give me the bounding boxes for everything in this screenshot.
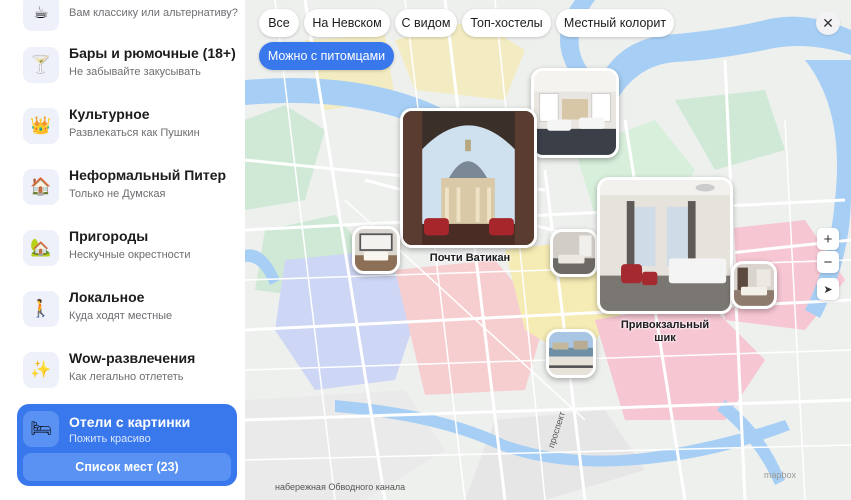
- pin-pochti-vatikan[interactable]: [400, 108, 537, 248]
- category-title: Локальное: [69, 289, 145, 305]
- category-title: Отели с картинки: [69, 414, 191, 430]
- zoom-out-button[interactable]: −: [817, 251, 839, 273]
- filter-chip[interactable]: Топ-хостелы: [462, 9, 551, 37]
- bed-icon: 🛏: [23, 411, 59, 447]
- pin-hotel-small-2[interactable]: [550, 229, 598, 277]
- coffee-icon: ☕: [23, 0, 59, 31]
- locate-icon[interactable]: ➤: [817, 278, 839, 300]
- category-title: Культурное: [69, 106, 150, 122]
- hotel-small-1-photo: [355, 229, 397, 271]
- category-item[interactable]: ☕ Вам классику или альтернативу?: [23, 0, 238, 42]
- category-subtitle: Нескучные окрестности: [69, 249, 191, 261]
- sidebar: ✨ Wow-развлечения Как легально отлететь 🚶 Ло…: [0, 0, 245, 500]
- category-subtitle: Развлекаться как Пушкин: [69, 127, 200, 139]
- hotel-lobby-photo: [534, 71, 616, 155]
- hotel-small-2-photo: [553, 232, 595, 274]
- house-icon: 🏠: [23, 169, 59, 205]
- category-text: Wow-развлечения Как легально отлететь: [69, 349, 195, 384]
- pin-hotel-small-1[interactable]: [352, 226, 400, 274]
- category-text: Бары и рюмочные (18+) Не забывайте закусы…: [69, 44, 236, 79]
- zoom-in-button[interactable]: +: [817, 228, 839, 250]
- filter-chip[interactable]: На Невском: [304, 9, 390, 37]
- category-text: Локальное Куда ходят местные: [69, 288, 172, 323]
- map-attribution: mapbox: [764, 470, 797, 480]
- filter-chip[interactable]: Все: [259, 9, 299, 37]
- category-subtitle: Пожить красиво: [69, 433, 151, 445]
- pin-hotel-lobby[interactable]: [531, 68, 619, 158]
- pin-privokzalny-shik[interactable]: [597, 177, 733, 314]
- category-item[interactable]: 🏡 Пригороды Нескучные окрестности: [23, 227, 233, 277]
- sparkles-icon: ✨: [23, 352, 59, 388]
- hotel-view-photo: [549, 332, 593, 375]
- category-subtitle: Не забывайте закусывать: [69, 66, 201, 78]
- category-title: Неформальный Питер: [69, 167, 227, 183]
- vatikan-photo: [403, 111, 534, 245]
- category-subtitle: Куда ходят местные: [69, 310, 173, 322]
- close-icon[interactable]: ✕: [816, 11, 840, 35]
- tree-house-icon: 🏡: [23, 230, 59, 266]
- category-text: Вам классику или альтернативу?: [69, 0, 238, 20]
- walker-icon: 🚶: [23, 291, 59, 327]
- pin-label-pochti-vatikan: Почти Ватикан: [429, 252, 511, 264]
- category-subtitle: Только не Думская: [69, 188, 166, 200]
- category-subtitle: Как легально отлететь: [69, 371, 184, 383]
- street-label: набережная Обводного канала: [275, 482, 406, 492]
- cocktail-icon: 🍸: [23, 47, 59, 83]
- category-title: Пригороды: [69, 228, 149, 244]
- category-subtitle: Вам классику или альтернативу?: [69, 7, 238, 19]
- category-text: Неформальный Питер Только не Думская: [69, 166, 226, 201]
- category-item[interactable]: ✨ Wow-развлечения Как легально отлететь: [23, 349, 233, 399]
- category-title: Бары и рюмочные (18+): [69, 45, 236, 61]
- category-card-hotels-active[interactable]: 🛏 Отели с картинки Пожить красиво Список…: [17, 404, 237, 486]
- category-title: Wow-развлечения: [69, 350, 196, 366]
- filter-chip[interactable]: Местный колорит: [556, 9, 674, 37]
- category-item[interactable]: 🚶 Локальное Куда ходят местные: [23, 288, 233, 338]
- filter-chip[interactable]: С видом: [395, 9, 457, 37]
- category-item[interactable]: 🏠 Неформальный Питер Только не Думская: [23, 166, 233, 216]
- category-item[interactable]: 👑 Культурное Развлекаться как Пушкин: [23, 105, 233, 155]
- places-list-button[interactable]: Список мест (23): [23, 453, 231, 481]
- filter-chip[interactable]: Можно с питомцами: [259, 42, 394, 70]
- category-item[interactable]: 🍸 Бары и рюмочные (18+) Не забывайте закус…: [23, 44, 236, 94]
- pin-hotel-small-3[interactable]: [731, 261, 777, 309]
- pin-label-privokzalny-shik: Привокзальный шик: [620, 319, 710, 344]
- pin-hotel-view[interactable]: [546, 329, 596, 378]
- hotel-small-3-photo: [734, 264, 774, 306]
- privokzalny-photo: [600, 180, 730, 311]
- crown-icon: 👑: [23, 108, 59, 144]
- map-view[interactable]: Все На Невском С видом Топ-хостелы Местный к…: [245, 0, 851, 500]
- category-text: Культурное Развлекаться как Пушкин: [69, 105, 200, 140]
- category-text: Пригороды Нескучные окрестности: [69, 227, 190, 262]
